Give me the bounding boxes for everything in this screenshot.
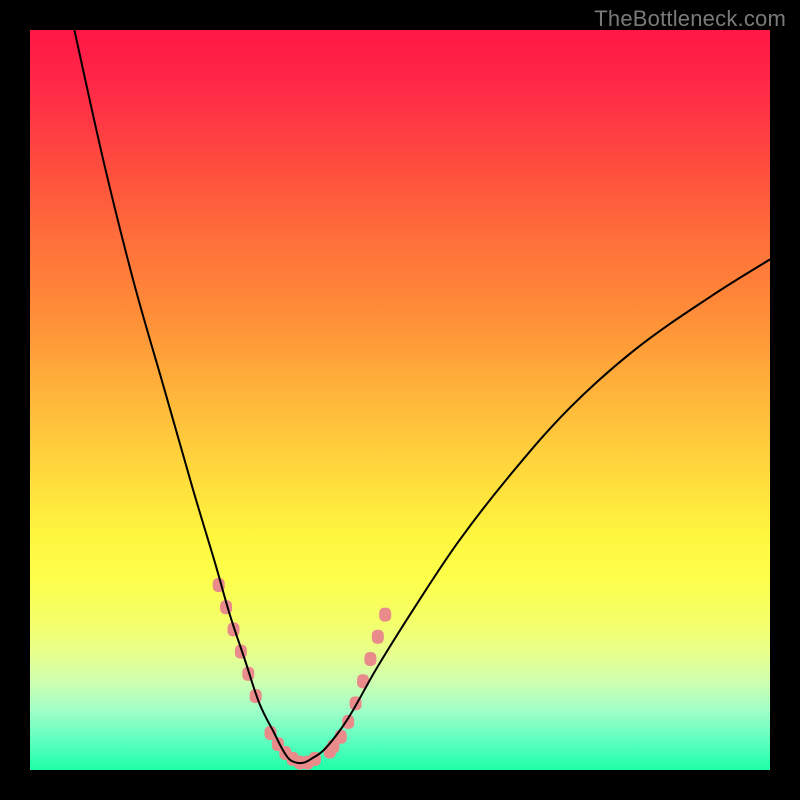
highlight-dots-group (213, 578, 392, 770)
highlight-dot (364, 652, 376, 666)
watermark-text: TheBottleneck.com (594, 6, 786, 32)
highlight-dot (372, 630, 384, 644)
chart-svg (30, 30, 770, 770)
highlight-dot (379, 608, 391, 622)
highlight-dot (335, 730, 347, 744)
bottleneck-curve-line (74, 30, 770, 763)
chart-plot-area (30, 30, 770, 770)
